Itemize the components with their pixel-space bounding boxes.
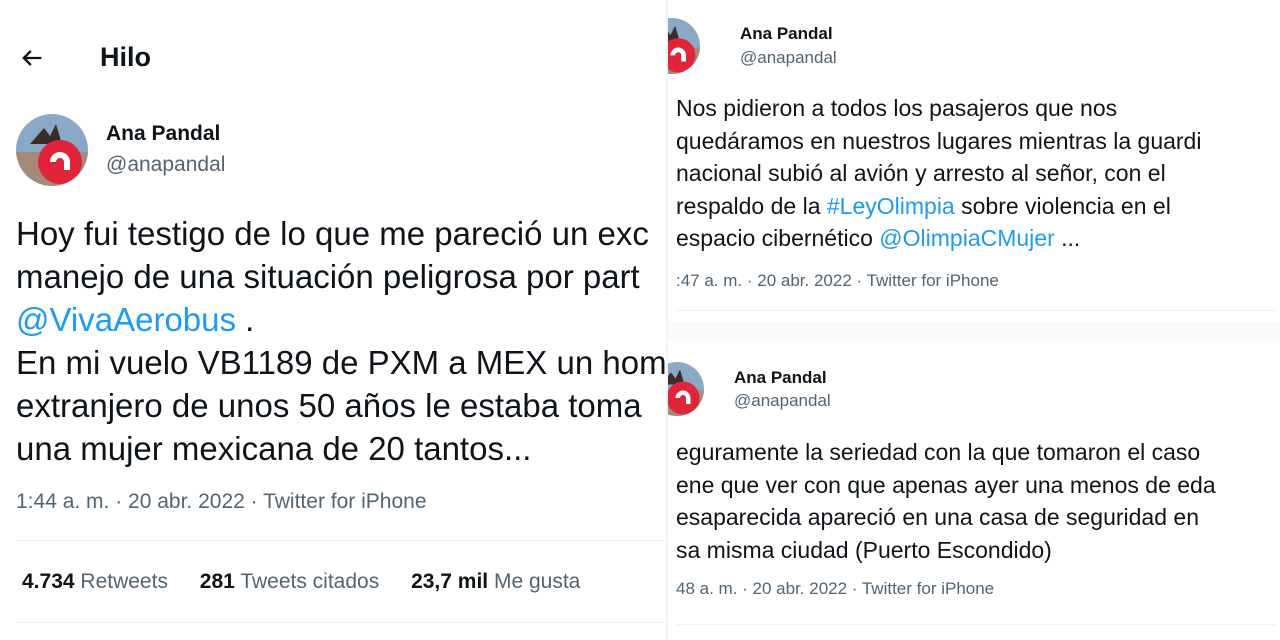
avatar[interactable] — [668, 362, 704, 416]
tweet-line-part: respaldo de la — [676, 192, 827, 219]
avatar[interactable] — [16, 114, 88, 186]
author-name[interactable]: Ana Pandal — [734, 368, 827, 388]
tweet-line: una mujer mexicana de 20 tantos... — [16, 430, 532, 467]
page-title: Hilo — [100, 42, 151, 72]
tweet-text: Hoy fui testigo de lo que me pareció un … — [16, 212, 666, 470]
tweet-line-part: ... — [1054, 225, 1081, 251]
divider — [16, 622, 666, 623]
author-handle[interactable]: @anapandal — [106, 153, 225, 177]
divider — [676, 310, 1276, 311]
stat-label: Retweets — [80, 570, 168, 593]
back-arrow-icon[interactable] — [18, 44, 46, 72]
tweet-line: En mi vuelo VB1189 de PXM a MEX un hom — [16, 344, 666, 381]
mention-link[interactable]: @VivaAerobus — [16, 301, 236, 338]
thread-screenshot-right-top: Ana Pandal @anapandal Nos pidieron a tod… — [668, 0, 1280, 322]
quote-tweets-stat[interactable]: 281 Tweets citados — [200, 570, 379, 593]
tweet-text: eguramente la seriedad con la que tomaro… — [676, 436, 1216, 566]
tweet-line-part: espacio cibernético — [676, 225, 880, 251]
author-handle[interactable]: @anapandal — [740, 48, 837, 68]
likes-stat[interactable]: 23,7 mil Me gusta — [411, 570, 580, 593]
stat-label: Tweets citados — [240, 570, 380, 593]
tweet-line: espacio cibernético @OlimpiaCMujer ... — [676, 222, 1201, 255]
tweet-line: Nos pidieron a todos los pasajeros que n… — [676, 95, 1118, 121]
retweets-stat[interactable]: 4.734 Retweets — [22, 570, 168, 593]
tweet-timestamp[interactable]: 48 a. m. · 20 abr. 2022 · Twitter for iP… — [676, 579, 994, 599]
stat-label: Me gusta — [493, 570, 581, 593]
tweet-line: extranjero de unos 50 años le estaba tom… — [16, 387, 642, 424]
tweet-line: eguramente la seriedad con la que tomaro… — [676, 439, 1201, 465]
engagement-stats: 4.734 Retweets 281 Tweets citados 23,7 m… — [22, 570, 606, 594]
author-name[interactable]: Ana Pandal — [106, 122, 220, 146]
stat-value: 4.734 — [22, 570, 75, 593]
tweet-line: respaldo de la #LeyOlimpia sobre violenc… — [676, 190, 1201, 223]
divider — [16, 540, 666, 541]
tweet-line: manejo de una situación peligrosa por pa… — [16, 258, 640, 295]
author-handle[interactable]: @anapandal — [734, 391, 831, 411]
tweet-line-tail: . — [236, 301, 255, 338]
tweet-line: sa misma ciudad (Puerto Escondido) — [676, 536, 1052, 563]
tweet-line: quedáramos en nuestros lugares mientras … — [676, 127, 1202, 154]
tweet-line: Hoy fui testigo de lo que me pareció un … — [16, 215, 649, 252]
avatar[interactable] — [668, 18, 700, 74]
author-name[interactable]: Ana Pandal — [740, 24, 833, 44]
hashtag-link[interactable]: #LeyOlimpia — [827, 193, 955, 219]
thread-screenshot-left: Hilo Ana Pandal @anapandal Hoy fui testi… — [0, 0, 666, 640]
tweet-text: Nos pidieron a todos los pasajeros que n… — [676, 92, 1201, 255]
panel-divider — [668, 322, 1280, 340]
tweet-timestamp[interactable]: 1:44 a. m. · 20 abr. 2022 · Twitter for … — [16, 490, 427, 514]
stat-value: 23,7 mil — [411, 570, 489, 593]
tweet-line: ene que ver con que apenas ayer una meno… — [676, 471, 1216, 498]
mention-link[interactable]: @OlimpiaCMujer — [879, 225, 1054, 251]
thread-screenshot-right-bottom: Ana Pandal @anapandal eguramente la seri… — [668, 340, 1280, 640]
tweet-timestamp[interactable]: :47 a. m. · 20 abr. 2022 · Twitter for i… — [676, 271, 999, 291]
tweet-line-part: sobre violencia en el — [954, 192, 1171, 219]
tweet-line: nacional subió al avión y arresto al señ… — [676, 160, 1166, 186]
tweet-line: esaparecida apareció en una casa de segu… — [676, 504, 1199, 530]
tweet-line: @VivaAerobus . — [16, 298, 666, 341]
stat-value: 281 — [199, 570, 235, 593]
divider — [676, 624, 1276, 625]
